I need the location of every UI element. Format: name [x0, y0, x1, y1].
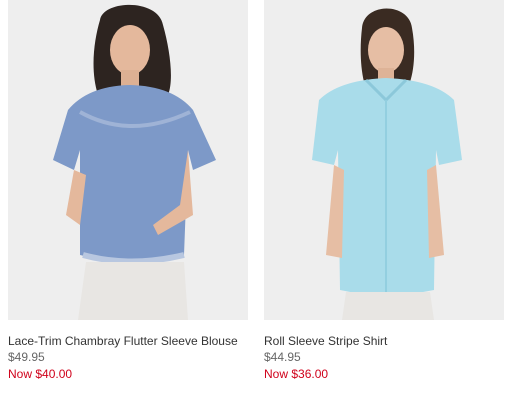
product-name[interactable]: Lace-Trim Chambray Flutter Sleeve Blouse — [8, 333, 248, 349]
product-card[interactable]: Roll Sleeve Stripe Shirt $44.95 Now $36.… — [264, 0, 504, 383]
product-name[interactable]: Roll Sleeve Stripe Shirt — [264, 333, 504, 349]
original-price: $44.95 — [264, 350, 301, 364]
sale-price: Now $36.00 — [264, 367, 329, 381]
original-price: $49.95 — [8, 350, 45, 364]
sale-price: Now $40.00 — [8, 367, 73, 381]
product-image[interactable] — [8, 0, 248, 320]
product-grid: Lace-Trim Chambray Flutter Sleeve Blouse… — [0, 0, 514, 404]
product-image[interactable] — [264, 0, 504, 320]
product-card[interactable]: Lace-Trim Chambray Flutter Sleeve Blouse… — [8, 0, 248, 383]
